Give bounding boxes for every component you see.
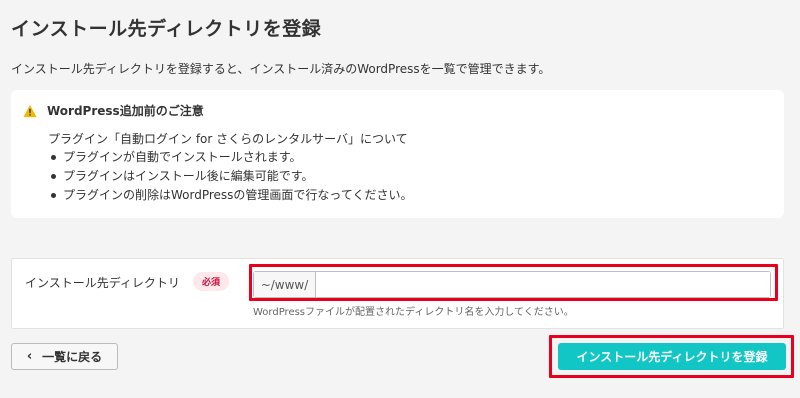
directory-helper-text: WordPressファイルが配置されたディレクトリ名を入力してください。: [253, 307, 574, 318]
directory-input[interactable]: [316, 272, 770, 297]
directory-form-card: インストール先ディレクトリ 必須 ~/www/: [11, 258, 784, 329]
notice-card: WordPress追加前のご注意 プラグイン「自動ログイン for さくらのレン…: [11, 90, 784, 218]
warning-icon: [23, 104, 37, 117]
notice-title: WordPress追加前のご注意: [47, 104, 204, 118]
submit-button-label: インストール先ディレクトリを登録: [576, 350, 768, 364]
notice-intro: プラグイン「自動ログイン for さくらのレンタルサーバ」について: [48, 132, 408, 146]
page-description: インストール先ディレクトリを登録すると、インストール済みのWordPressを一…: [11, 62, 551, 76]
required-badge: 必須: [193, 272, 230, 291]
directory-field-label: インストール先ディレクトリ: [25, 276, 180, 290]
page-title: インストール先ディレクトリを登録: [11, 18, 322, 40]
directory-input-group: ~/www/: [253, 271, 771, 298]
back-button-label: 一覧に戻る: [42, 350, 103, 364]
chevron-left-icon: ‹: [26, 349, 33, 364]
notice-header: WordPress追加前のご注意: [23, 102, 204, 119]
list-item: プラグインはインストール後に編集可能です。: [48, 167, 412, 186]
list-item: プラグインが自動でインストールされます。: [48, 148, 412, 167]
list-item: プラグインの削除はWordPressの管理画面で行なってください。: [48, 186, 412, 205]
notice-list: プラグインが自動でインストールされます。 プラグインはインストール後に編集可能で…: [48, 148, 412, 205]
directory-prefix: ~/www/: [254, 272, 316, 297]
back-to-list-button[interactable]: ‹ 一覧に戻る: [11, 343, 118, 370]
register-directory-button[interactable]: インストール先ディレクトリを登録: [558, 343, 786, 370]
